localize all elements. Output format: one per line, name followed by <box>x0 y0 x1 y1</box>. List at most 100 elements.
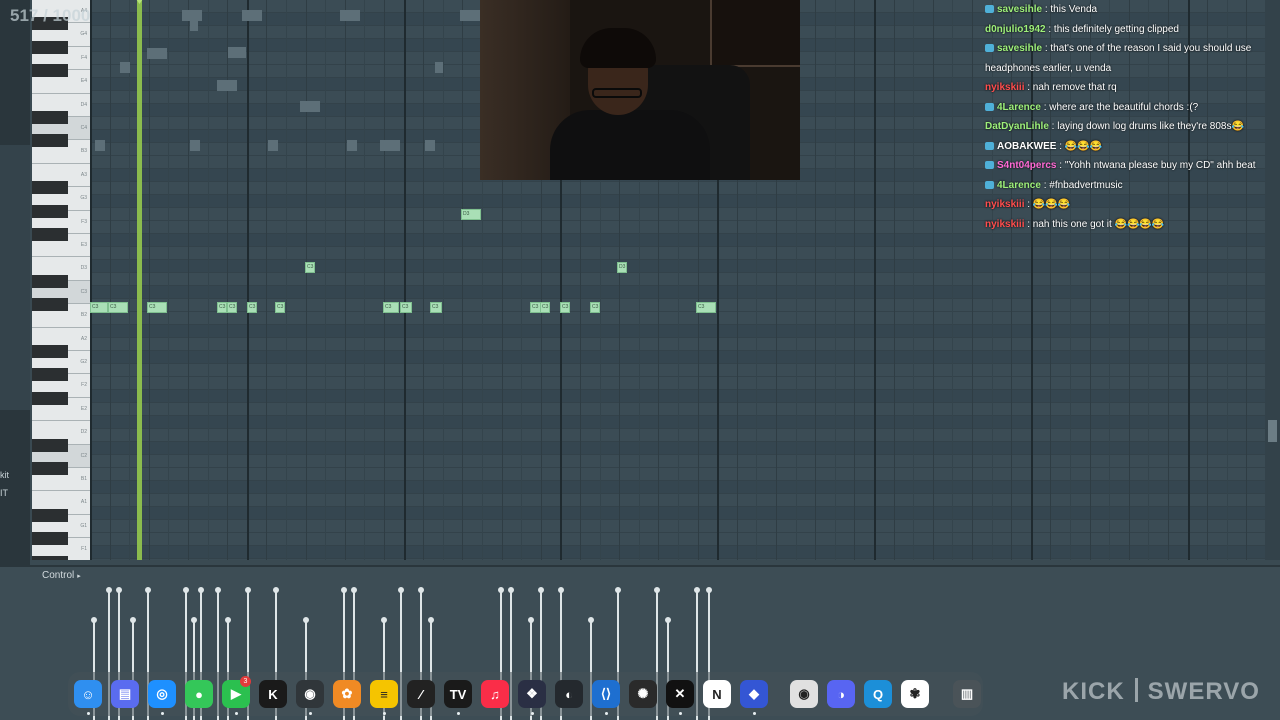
midi-note[interactable]: C3 <box>247 302 257 313</box>
midi-note[interactable]: C3 <box>540 302 550 313</box>
obs-icon[interactable]: ◉ <box>296 680 324 708</box>
velocity-handle[interactable] <box>303 617 309 623</box>
playhead[interactable] <box>137 0 142 560</box>
black-key[interactable] <box>32 532 68 546</box>
velocity-handle[interactable] <box>588 617 594 623</box>
kick-icon[interactable]: K <box>259 680 287 708</box>
velocity-handle[interactable] <box>351 587 357 593</box>
chat-text: : laying down log drums like they're 808… <box>1048 121 1244 132</box>
midi-note[interactable]: D3 <box>617 262 627 273</box>
tradingview-icon[interactable]: TV <box>444 680 472 708</box>
velocity-handle[interactable] <box>498 587 504 593</box>
fl-studio-icon[interactable]: ✿ <box>333 680 361 708</box>
velocity-handle[interactable] <box>145 587 151 593</box>
grid-line <box>854 0 856 560</box>
webcam-overlay <box>480 0 800 180</box>
black-key[interactable] <box>32 40 68 54</box>
midi-note[interactable]: C3 <box>383 302 399 313</box>
midi-note[interactable]: C3 <box>217 302 227 313</box>
discord-icon[interactable]: ◑ <box>827 680 855 708</box>
midi-note[interactable]: C3 <box>108 302 128 313</box>
black-key[interactable] <box>32 64 68 78</box>
midi-note[interactable]: C3 <box>560 302 570 313</box>
chrome-icon[interactable]: ◉ <box>790 680 818 708</box>
black-key[interactable] <box>32 391 68 405</box>
black-key[interactable] <box>32 345 68 358</box>
velocity-handle[interactable] <box>245 587 251 593</box>
midi-note[interactable]: C3 <box>400 302 412 313</box>
black-key[interactable] <box>32 555 68 560</box>
cube-icon[interactable]: ◆ <box>740 680 768 708</box>
black-key[interactable] <box>32 111 68 124</box>
watermark-separator <box>1134 678 1138 702</box>
chat-username: nyikskiii <box>985 82 1025 93</box>
velocity-handle[interactable] <box>418 587 424 593</box>
velocity-handle[interactable] <box>106 587 112 593</box>
midi-note[interactable]: C3 <box>590 302 600 313</box>
music-icon[interactable]: ♫ <box>481 680 509 708</box>
webcam-person-hair <box>580 28 656 68</box>
notes-icon[interactable]: ≡ <box>370 680 398 708</box>
notion-icon[interactable]: N <box>703 680 731 708</box>
velocity-handle[interactable] <box>508 587 514 593</box>
files-icon[interactable]: ▤ <box>111 680 139 708</box>
velocity-handle[interactable] <box>341 587 347 593</box>
black-key[interactable] <box>32 274 68 288</box>
chat-message: d0njulio1942 : this definitely getting c… <box>985 20 1277 40</box>
midi-note[interactable]: C3 <box>90 302 108 313</box>
pen-icon[interactable]: ⁄ <box>407 680 435 708</box>
midi-note[interactable]: C3 <box>275 302 285 313</box>
midi-note[interactable]: C3 <box>696 302 716 313</box>
velocity-handle[interactable] <box>130 617 136 623</box>
black-key[interactable] <box>32 298 68 312</box>
black-key[interactable] <box>32 462 68 475</box>
channel-name: SWERVO <box>1147 678 1260 705</box>
safari-icon[interactable]: ◎ <box>148 680 176 708</box>
midi-note[interactable]: C3 <box>227 302 237 313</box>
velocity-handle[interactable] <box>428 617 434 623</box>
velocity-handle[interactable] <box>225 617 231 623</box>
velocity-handle[interactable] <box>706 587 712 593</box>
velocity-handle[interactable] <box>558 587 564 593</box>
velocity-handle[interactable] <box>538 587 544 593</box>
photos-icon[interactable]: ✾ <box>901 680 929 708</box>
velocity-handle[interactable] <box>183 587 189 593</box>
velocity-handle[interactable] <box>198 587 204 593</box>
black-key[interactable] <box>32 438 68 452</box>
vscode-icon[interactable]: ⟨⟩ <box>592 680 620 708</box>
control-label[interactable]: Control ▸ <box>42 570 81 581</box>
piano-keyboard[interactable]: A4 G4 F4 E4 D4 C4 B3 A3 G3 F3 E3 D3 C3 B2 A2 G2 F2 E2 D2 C2… <box>32 0 90 560</box>
black-key[interactable] <box>32 204 68 218</box>
davinci-icon[interactable]: ❖ <box>518 680 546 708</box>
black-key[interactable] <box>32 228 68 241</box>
chat-message: savesihle : this Venda <box>985 0 1277 20</box>
scroll-thumb[interactable] <box>1268 420 1277 442</box>
velocity-handle[interactable] <box>654 587 660 593</box>
midi-note[interactable]: C3 <box>430 302 442 313</box>
midi-note[interactable]: C3 <box>305 262 315 273</box>
black-key[interactable] <box>32 134 68 148</box>
midi-note[interactable]: D3 <box>461 209 481 220</box>
velocity-handle[interactable] <box>381 617 387 623</box>
trash-icon[interactable]: ▥ <box>953 680 981 708</box>
velocity-handle[interactable] <box>116 587 122 593</box>
velocity-handle[interactable] <box>694 587 700 593</box>
black-key[interactable] <box>32 181 68 195</box>
black-key[interactable] <box>32 368 68 382</box>
chatgpt-icon[interactable]: ✺ <box>629 680 657 708</box>
velocity-handle[interactable] <box>191 617 197 623</box>
velocity-handle[interactable] <box>398 587 404 593</box>
github-icon[interactable]: ◐ <box>555 680 583 708</box>
velocity-handle[interactable] <box>528 617 534 623</box>
velocity-handle[interactable] <box>665 617 671 623</box>
midi-note[interactable]: C3 <box>147 302 167 313</box>
black-key[interactable] <box>32 508 68 522</box>
velocity-handle[interactable] <box>615 587 621 593</box>
velocity-handle[interactable] <box>91 617 97 623</box>
velocity-handle[interactable] <box>273 587 279 593</box>
capcut-icon[interactable]: ✕ <box>666 680 694 708</box>
messages-icon[interactable]: ● <box>185 680 213 708</box>
finder-icon[interactable]: ☺ <box>74 680 102 708</box>
quicktime-icon[interactable]: Q <box>864 680 892 708</box>
velocity-handle[interactable] <box>215 587 221 593</box>
